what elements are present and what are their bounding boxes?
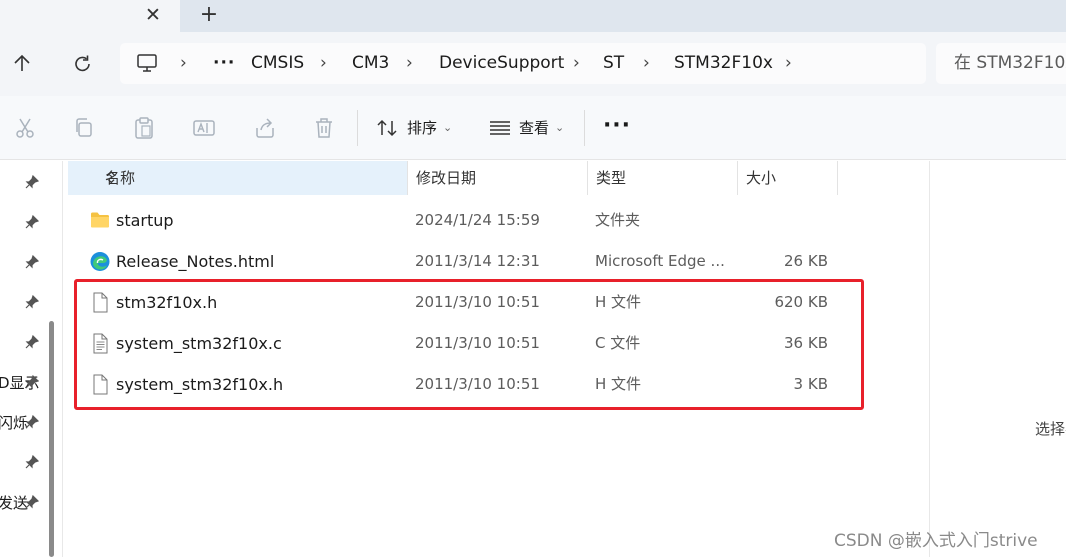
breadcrumb-separator[interactable]: › — [573, 43, 580, 84]
details-pane-hint: 选择要 — [1035, 420, 1066, 438]
pane-divider — [62, 161, 63, 557]
file-name: Release_Notes.html — [116, 252, 275, 271]
breadcrumb-separator[interactable]: › — [406, 43, 413, 84]
pin-icon[interactable] — [25, 415, 39, 429]
file-modified: 2024/1/24 15:59 — [415, 211, 540, 229]
file-size: 26 KB — [784, 252, 828, 270]
pin-icon[interactable] — [25, 495, 39, 509]
column-size-header[interactable]: 大小 — [737, 161, 838, 195]
cut-icon[interactable] — [13, 116, 37, 140]
breadcrumb-separator[interactable]: › — [180, 43, 187, 84]
navigation-pane: D显示 闪烁 发送 — [0, 161, 64, 557]
rename-icon[interactable] — [192, 116, 216, 140]
column-type-label: 类型 — [596, 169, 627, 187]
chevron-down-icon[interactable]: ⌄ — [105, 161, 118, 195]
close-tab-icon[interactable]: ✕ — [142, 4, 164, 26]
breadcrumb-overflow[interactable]: ··· — [213, 43, 235, 84]
nav-item-label[interactable]: 闪烁 — [0, 412, 28, 433]
watermark: CSDN @嵌入式入门strive — [834, 531, 1038, 551]
file-type: 文件夹 — [595, 211, 641, 229]
pin-icon[interactable] — [25, 335, 39, 349]
pin-icon[interactable] — [25, 295, 39, 309]
navigation-bar: › ··· CMSIS › CM3 › DeviceSupport › ST ›… — [0, 32, 1066, 96]
tab-strip: ✕ + — [0, 0, 1066, 32]
search-box[interactable]: 在 STM32F10x 中搜索 — [936, 43, 1066, 84]
column-header: 名称 ^ ⌄ 修改日期 类型 大小 — [68, 161, 838, 195]
search-placeholder: 在 STM32F10x 中搜索 — [954, 53, 1066, 73]
folder-icon — [91, 212, 109, 228]
toolbar-divider — [357, 110, 358, 146]
nav-item-label[interactable]: 发送 — [0, 492, 28, 513]
pin-icon[interactable] — [25, 255, 39, 269]
pin-icon[interactable] — [25, 175, 39, 189]
sort-label: 排序 — [407, 119, 438, 137]
breadcrumb-devicesupport[interactable]: DeviceSupport — [439, 43, 564, 84]
command-bar: 排序 ⌄ 查看 ⌄ ··· — [0, 96, 1066, 160]
breadcrumb-st[interactable]: ST — [603, 43, 624, 84]
details-pane-divider — [929, 161, 930, 557]
paste-icon[interactable] — [132, 116, 156, 140]
column-modified-header[interactable]: 修改日期 — [407, 161, 588, 195]
column-size-label: 大小 — [746, 169, 777, 187]
pin-icon[interactable] — [25, 455, 39, 469]
chevron-down-icon: ⌄ — [555, 121, 565, 134]
breadcrumb-separator[interactable]: › — [785, 43, 792, 84]
file-modified: 2011/3/14 12:31 — [415, 252, 540, 270]
column-name-header[interactable]: 名称 ^ ⌄ — [68, 161, 408, 195]
column-type-header[interactable]: 类型 — [587, 161, 738, 195]
new-tab-icon[interactable]: + — [197, 3, 221, 27]
breadcrumb-separator[interactable]: › — [320, 43, 327, 84]
pin-icon[interactable] — [25, 375, 39, 389]
breadcrumb-separator[interactable]: › — [643, 43, 650, 84]
sort-icon — [377, 119, 397, 137]
nav-scrollbar[interactable] — [49, 321, 54, 557]
share-icon[interactable] — [253, 116, 277, 140]
view-button[interactable]: 查看 ⌄ — [487, 112, 569, 144]
file-type: Microsoft Edge ... — [595, 252, 725, 270]
column-modified-label: 修改日期 — [416, 169, 477, 187]
refresh-icon[interactable] — [70, 52, 96, 76]
this-pc-icon[interactable] — [136, 53, 158, 73]
breadcrumb-cmsis[interactable]: CMSIS — [251, 43, 304, 84]
toolbar-divider — [584, 110, 585, 146]
highlight-annotation — [74, 279, 864, 410]
breadcrumb-cm3[interactable]: CM3 — [352, 43, 389, 84]
active-tab[interactable]: ✕ — [0, 0, 180, 32]
more-options-button[interactable]: ··· — [602, 114, 632, 142]
view-label: 查看 — [519, 119, 550, 137]
file-row[interactable]: startup 2024/1/24 15:59 文件夹 — [68, 200, 868, 241]
address-bar[interactable]: › ··· CMSIS › CM3 › DeviceSupport › ST ›… — [120, 43, 926, 84]
sort-button[interactable]: 排序 ⌄ — [374, 112, 456, 144]
copy-icon[interactable] — [72, 116, 96, 140]
edge-icon — [90, 252, 110, 271]
view-icon — [490, 121, 510, 135]
file-name: startup — [116, 211, 174, 230]
file-row[interactable]: Release_Notes.html 2011/3/14 12:31 Micro… — [68, 241, 868, 282]
up-arrow-icon[interactable] — [9, 52, 35, 76]
pin-icon[interactable] — [25, 215, 39, 229]
delete-icon[interactable] — [312, 116, 336, 140]
breadcrumb-stm32f10x[interactable]: STM32F10x — [674, 43, 773, 84]
chevron-down-icon: ⌄ — [443, 121, 453, 134]
